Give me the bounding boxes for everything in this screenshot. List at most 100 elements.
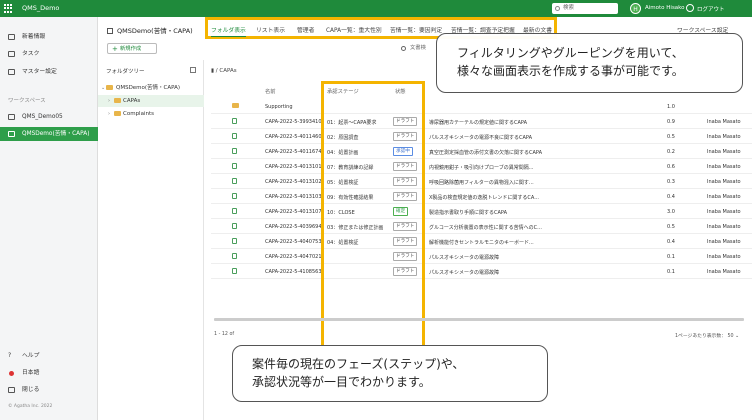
sidebar-item-tasks[interactable]: タスク bbox=[0, 47, 98, 61]
cell-user: Inaba Masato bbox=[707, 209, 741, 215]
callout-bottom-line1: 案件毎の現在のフェーズ(ステップ)や、 bbox=[252, 357, 465, 371]
cell-title: 解析機能付きセントラルモニタのキーボード... bbox=[429, 240, 534, 246]
user-name[interactable]: Aimoto Hisako bbox=[645, 5, 685, 11]
cell-name[interactable]: Supporting bbox=[265, 104, 325, 110]
table-row[interactable]: CAPA-2022-5-4013102 05：処置検証 ドラフト 呼吸回路除菌用フィル… bbox=[211, 174, 752, 189]
cell-title: グルコース分析装置の表示性に関する苦情へのC... bbox=[429, 225, 542, 231]
tab-capa-severity[interactable]: CAPA一覧：重大性別 bbox=[326, 25, 382, 34]
doc-search-input[interactable]: 文書検 bbox=[400, 43, 440, 54]
cell-name[interactable]: CAPA-2022-5-4013107 bbox=[265, 209, 325, 215]
sidebar-item-label: QMSDemo(苦情・CAPA) bbox=[22, 131, 90, 137]
cell-user: Inaba Masato bbox=[707, 194, 741, 200]
tree-options-icon[interactable] bbox=[190, 67, 196, 73]
tab-complaint-cause[interactable]: 苦情一覧：要因判定 bbox=[390, 25, 442, 34]
column-header-name[interactable]: 名前 bbox=[265, 87, 276, 95]
help-icon: ? bbox=[8, 352, 12, 359]
folder-icon bbox=[114, 111, 121, 116]
cell-version: 1.0 bbox=[667, 104, 675, 110]
callout-top-line2: 様々な画面表示を作成する事が可能です。 bbox=[457, 64, 684, 78]
document-icon bbox=[232, 253, 237, 259]
cell-title: X製品の検査規定値の逸脱トレンドに関するCA... bbox=[429, 195, 540, 201]
sidebar-item-label: 閉じる bbox=[22, 387, 40, 393]
cell-name[interactable]: CAPA-2022-5-3993410 bbox=[265, 119, 325, 125]
table-row[interactable]: CAPA-2022-5-4011674 04：処置計画 承認中 真空圧測定採血管の添付… bbox=[211, 144, 752, 159]
document-icon bbox=[232, 133, 237, 139]
cell-title: パルスオキシメータの電源不良に関するCAPA bbox=[429, 135, 533, 141]
copyright: © Agatha Inc. 2022 bbox=[8, 404, 53, 409]
cell-title: 内視鏡用鉗子・吸引向けプローブの異常間隔... bbox=[429, 165, 534, 171]
workspace-icon bbox=[8, 131, 15, 137]
table-row[interactable]: CAPA-2022-5-4047021 ドラフト パルスオキシメータの電源故障 0.1… bbox=[211, 249, 752, 264]
logout-button[interactable]: ログアウト bbox=[697, 5, 725, 13]
table-row[interactable]: CAPA-2022-5-4040753 04：処置検証 ドラフト 解析機能付きセントラ… bbox=[211, 234, 752, 249]
chevron-right-icon[interactable]: › bbox=[108, 95, 110, 107]
table-row[interactable]: CAPA-2022-5-3993410 01：起票〜CAPA要求 ドラフト 導尿器用カ… bbox=[211, 114, 752, 129]
cell-name[interactable]: CAPA-2022-5-4108563 bbox=[265, 269, 325, 275]
cell-name[interactable]: CAPA-2022-5-4013103 bbox=[265, 194, 325, 200]
document-icon bbox=[232, 118, 237, 124]
tree-node-capas[interactable]: › CAPAs bbox=[98, 95, 204, 107]
cell-user: Inaba Masato bbox=[707, 239, 741, 245]
table-row[interactable]: CAPA-2022-5-4013103 09：有効性確認結果 ドラフト X製品の検査規… bbox=[211, 189, 752, 204]
search-icon bbox=[401, 46, 406, 51]
cell-name[interactable]: CAPA-2022-5-4013102 bbox=[265, 179, 325, 185]
cell-name[interactable]: CAPA-2022-5-4011460 bbox=[265, 134, 325, 140]
logout-icon[interactable] bbox=[686, 4, 694, 12]
cell-version: 0.4 bbox=[667, 194, 675, 200]
workspace-icon bbox=[8, 114, 15, 120]
document-icon bbox=[232, 208, 237, 214]
breadcrumb-current[interactable]: CAPAs bbox=[219, 68, 236, 74]
table-row[interactable]: CAPA-2022-5-4011460 02：原因調査 ドラフト パルスオキシメータの… bbox=[211, 129, 752, 144]
cell-title: 真空圧測定採血管の添付文書の欠落に関するCAPA bbox=[429, 150, 543, 156]
cell-user: Inaba Masato bbox=[707, 134, 741, 140]
tree-node-root[interactable]: ⌄ QMSDemo(苦情・CAPA) bbox=[98, 82, 204, 94]
table-row[interactable]: CAPA-2022-5-4039694 03：修正または修正計画 ドラフト グルコース… bbox=[211, 219, 752, 234]
sidebar-collapse[interactable]: 閉じる bbox=[0, 383, 98, 397]
sidebar-workspace-qms-demo05[interactable]: QMS_Demo05 bbox=[0, 110, 98, 124]
table-row[interactable]: CAPA-2022-5-4108563 ドラフト パルスオキシメータの電源故障 0.1… bbox=[211, 264, 752, 279]
sidebar: 新着情報 タスク マスター設定 ワークスペース QMS_Demo05 QMSDe… bbox=[0, 17, 98, 420]
cell-name[interactable]: CAPA-2022-5-4011674 bbox=[265, 149, 325, 155]
global-search-input[interactable]: 検索 bbox=[552, 3, 618, 14]
table-row[interactable]: CAPA-2022-5-4013101 07：教育訓練の記録 ドラフト 内視鏡用鉗子・… bbox=[211, 159, 752, 174]
table-row[interactable]: CAPA-2022-5-4013107 10：CLOSE 確定 製造指示書取り手順に関… bbox=[211, 204, 752, 219]
cell-title: 製造指示書取り手順に関するCAPA bbox=[429, 210, 508, 216]
table-row[interactable]: Supporting1.02022/05/15 13:19 bbox=[211, 99, 752, 114]
sidebar-item-label: 日本語 bbox=[22, 370, 40, 376]
sidebar-item-news[interactable]: 新着情報 bbox=[0, 30, 98, 44]
cell-name[interactable]: CAPA-2022-5-4040753 bbox=[265, 239, 325, 245]
tree-node-complaints[interactable]: › Complaints bbox=[98, 108, 204, 120]
search-icon bbox=[555, 6, 560, 11]
new-button[interactable]: + 新規作成 bbox=[107, 43, 157, 54]
chevron-right-icon[interactable]: › bbox=[108, 108, 110, 120]
chevron-down-icon[interactable]: ⌄ bbox=[101, 82, 105, 94]
pager-size-select[interactable]: 1ページあたり表示数： 50 ⌄ bbox=[675, 332, 739, 339]
cell-name[interactable]: CAPA-2022-5-4047021 bbox=[265, 254, 325, 260]
cell-name[interactable]: CAPA-2022-5-4039694 bbox=[265, 224, 325, 230]
document-icon bbox=[232, 223, 237, 229]
app-grid-icon[interactable] bbox=[4, 4, 13, 13]
tab-folder-view[interactable]: フォルダ表示 bbox=[211, 25, 246, 37]
cell-version: 3.0 bbox=[667, 209, 675, 215]
stage-highlight-box bbox=[321, 81, 425, 378]
folder-icon bbox=[106, 85, 113, 90]
document-icon bbox=[232, 178, 237, 184]
sidebar-workspace-qmsdemo-capa[interactable]: QMSDemo(苦情・CAPA) bbox=[0, 127, 98, 141]
cell-version: 0.5 bbox=[667, 224, 675, 230]
cell-name[interactable]: CAPA-2022-5-4013101 bbox=[265, 164, 325, 170]
language-icon bbox=[9, 371, 14, 376]
avatar[interactable]: H bbox=[630, 3, 641, 14]
sidebar-item-master-settings[interactable]: マスター設定 bbox=[0, 65, 98, 79]
sidebar-language[interactable]: 日本語 bbox=[0, 366, 98, 380]
tab-list-view[interactable]: リスト表示 bbox=[256, 25, 285, 34]
cell-user: Inaba Masato bbox=[707, 179, 741, 185]
sidebar-item-label: ヘルプ bbox=[22, 353, 40, 359]
horizontal-scrollbar[interactable] bbox=[214, 318, 744, 321]
sidebar-help[interactable]: ? ヘルプ bbox=[0, 349, 98, 363]
tab-admin[interactable]: 管理者 bbox=[297, 25, 314, 34]
cell-version: 0.9 bbox=[667, 119, 675, 125]
folder-icon bbox=[232, 103, 239, 108]
app-title: QMS_Demo bbox=[22, 4, 60, 12]
document-table: 名前 承認ステージ 状態 Supporting1.02022/05/15 13:… bbox=[211, 81, 752, 336]
sidebar-item-label: 新着情報 bbox=[22, 34, 46, 40]
